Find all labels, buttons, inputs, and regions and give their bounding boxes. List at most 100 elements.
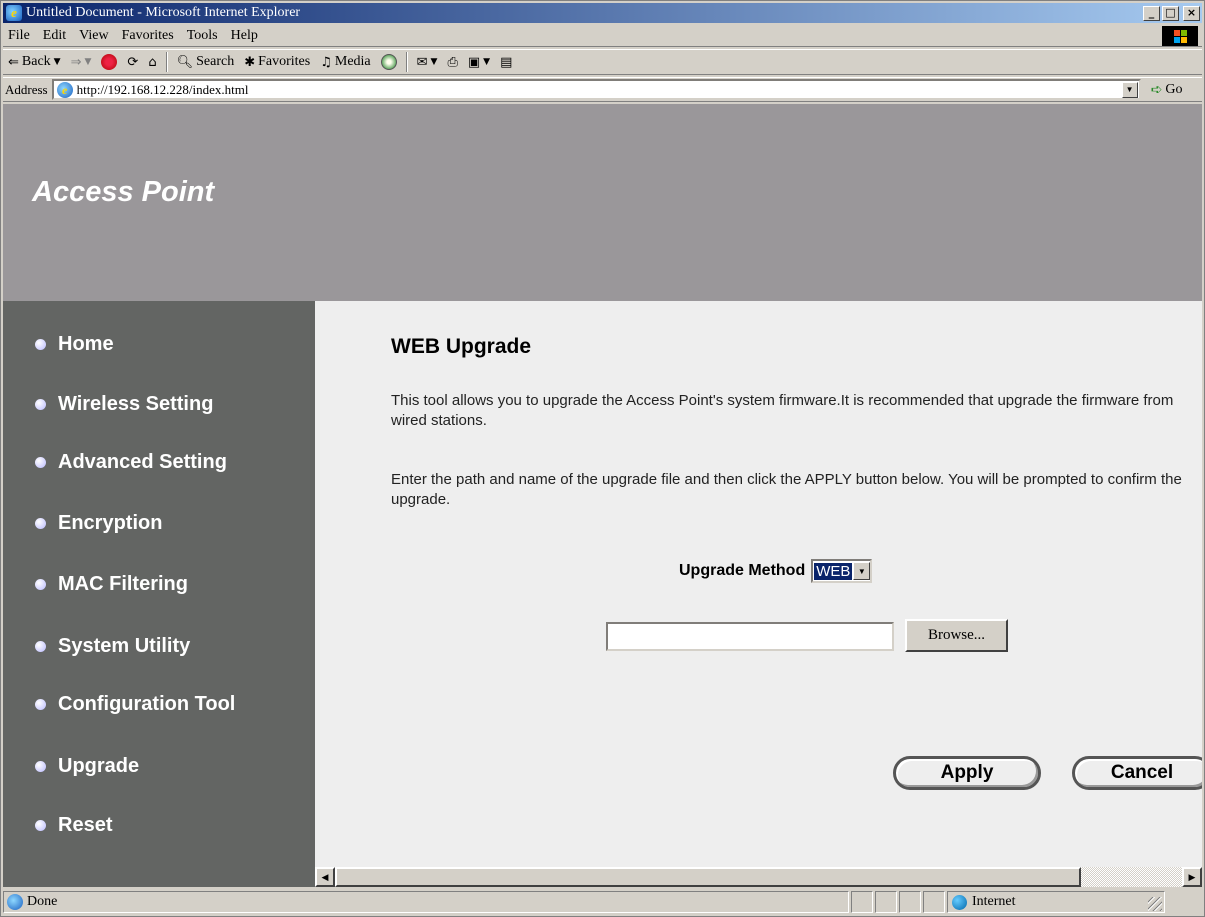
print-button[interactable]: ⎙: [442, 55, 462, 70]
sidebar-item-label[interactable]: Upgrade: [58, 755, 139, 778]
toolbar-separator: [165, 52, 168, 72]
menu-view[interactable]: View: [74, 28, 116, 44]
bullet-icon: [35, 641, 46, 652]
forward-arrow-icon: ⇒: [70, 54, 82, 70]
forward-dropdown-icon[interactable]: ▼: [85, 57, 92, 67]
horizontal-scrollbar[interactable]: ◀ ▶: [315, 867, 1202, 887]
search-label: Search: [196, 54, 235, 69]
mail-dropdown-icon[interactable]: ▼: [431, 57, 438, 67]
sidebar-item-configuration-tool[interactable]: Configuration Tool: [35, 693, 235, 716]
address-input[interactable]: e http://192.168.12.228/index.html ▼: [51, 79, 1141, 100]
bullet-icon: [35, 579, 46, 590]
window-title: Untitled Document - Microsoft Internet E…: [26, 5, 301, 20]
stop-button[interactable]: [96, 54, 122, 70]
back-dropdown-icon[interactable]: ▼: [54, 57, 61, 67]
windows-logo-icon: [1162, 26, 1198, 46]
history-button[interactable]: [376, 54, 402, 70]
close-button[interactable]: ×: [1183, 5, 1200, 21]
forward-button[interactable]: ⇒ ▼: [66, 55, 97, 70]
sidebar-item-label[interactable]: Wireless Setting: [58, 393, 213, 416]
main-content: WEB Upgrade This tool allows you to upgr…: [315, 301, 1202, 867]
search-button[interactable]: 🔍︎ Search: [172, 54, 240, 70]
stop-icon: [101, 54, 118, 70]
page-banner: Access Point: [3, 104, 1202, 301]
description-text: This tool allows you to upgrade the Acce…: [391, 392, 1174, 429]
sidebar-item-label[interactable]: Home: [58, 333, 114, 356]
sidebar-item-upgrade[interactable]: Upgrade: [35, 755, 139, 778]
upgrade-method-select[interactable]: WEB ▼: [811, 559, 873, 583]
go-button[interactable]: ➪ Go: [1151, 82, 1183, 98]
status-panel: [875, 891, 897, 913]
favorites-star-icon: ✱: [244, 54, 256, 70]
sidebar-item-reset[interactable]: Reset: [35, 814, 112, 837]
instruction-text: Enter the path and name of the upgrade f…: [391, 471, 1182, 508]
back-arrow-icon: ⇐: [8, 54, 19, 70]
title-bar[interactable]: e Untitled Document - Microsoft Internet…: [3, 3, 1202, 23]
edit-dropdown-icon[interactable]: ▼: [483, 57, 490, 67]
mail-button[interactable]: ✉ ▼: [412, 55, 443, 70]
resize-grip-icon[interactable]: [1148, 897, 1162, 911]
back-button[interactable]: ⇐ Back ▼: [3, 54, 66, 70]
maximize-button[interactable]: □: [1162, 5, 1179, 21]
mail-icon: ✉: [416, 54, 428, 70]
cancel-button[interactable]: Cancel: [1072, 756, 1202, 790]
sidebar-nav: Home Wireless Setting Advanced Setting E…: [3, 301, 315, 887]
menu-help[interactable]: Help: [226, 28, 266, 44]
address-dropdown-icon[interactable]: ▼: [1121, 82, 1138, 98]
sidebar-item-mac-filtering[interactable]: MAC Filtering: [35, 573, 188, 596]
home-button[interactable]: ⌂: [143, 55, 161, 70]
scroll-right-icon[interactable]: ▶: [1182, 867, 1202, 887]
security-zone: Internet: [947, 891, 1165, 913]
scroll-left-icon[interactable]: ◀: [315, 867, 335, 887]
menu-favorites[interactable]: Favorites: [117, 28, 182, 44]
toolbar: ⇐ Back ▼ ⇒ ▼ ⟳ ⌂ 🔍︎ Search ✱ Favorites ♫…: [3, 49, 1202, 75]
sidebar-item-encryption[interactable]: Encryption: [35, 512, 162, 535]
upgrade-method-value[interactable]: WEB: [814, 562, 853, 580]
sidebar-item-label[interactable]: Advanced Setting: [58, 451, 227, 474]
bullet-icon: [35, 399, 46, 410]
edit-button[interactable]: ▣ ▼: [463, 55, 495, 70]
status-panel: [899, 891, 921, 913]
favorites-label: Favorites: [258, 54, 311, 69]
sidebar-item-label[interactable]: Configuration Tool: [58, 693, 235, 716]
menu-edit[interactable]: Edit: [38, 28, 74, 44]
edit-icon: ▣: [467, 54, 481, 70]
sidebar-item-system-utility[interactable]: System Utility: [35, 635, 190, 658]
refresh-icon: ⟳: [127, 54, 139, 70]
apply-button[interactable]: Apply: [893, 756, 1041, 790]
media-label: Media: [334, 54, 371, 69]
back-label: Back: [21, 54, 51, 69]
bullet-icon: [35, 699, 46, 710]
upgrade-method-row: Upgrade Method WEB ▼: [679, 559, 873, 583]
address-url[interactable]: http://192.168.12.228/index.html: [77, 82, 249, 98]
home-icon: ⌂: [148, 54, 157, 70]
upgrade-file-input[interactable]: [606, 622, 894, 651]
favorites-button[interactable]: ✱ Favorites: [239, 54, 315, 70]
go-arrow-icon: ➪: [1150, 81, 1163, 98]
brand-title: Access Point: [32, 176, 215, 208]
sidebar-item-label[interactable]: Reset: [58, 814, 112, 837]
scrollbar-thumb[interactable]: [335, 867, 1081, 887]
sidebar-item-home[interactable]: Home: [35, 333, 114, 356]
browse-button[interactable]: Browse...: [905, 619, 1008, 652]
bullet-icon: [35, 761, 46, 772]
scrollbar-track[interactable]: [1081, 867, 1182, 887]
sidebar-item-wireless-setting[interactable]: Wireless Setting: [35, 393, 213, 416]
minimize-button[interactable]: _: [1143, 5, 1160, 21]
media-button[interactable]: ♫ Media: [315, 54, 375, 70]
page-icon: e: [56, 81, 73, 98]
sidebar-item-advanced-setting[interactable]: Advanced Setting: [35, 451, 227, 474]
status-panel: [851, 891, 873, 913]
chevron-down-icon[interactable]: ▼: [853, 562, 871, 580]
refresh-button[interactable]: ⟳: [122, 55, 143, 70]
menu-tools[interactable]: Tools: [182, 28, 226, 44]
page-title: WEB Upgrade: [391, 335, 532, 358]
menu-file[interactable]: File: [3, 28, 38, 44]
sidebar-item-label[interactable]: MAC Filtering: [58, 573, 188, 596]
print-icon: ⎙: [447, 54, 458, 70]
address-bar: Address e http://192.168.12.228/index.ht…: [3, 77, 1202, 102]
sidebar-item-label[interactable]: System Utility: [58, 635, 190, 658]
status-text-panel: Done: [3, 891, 849, 913]
sidebar-item-label[interactable]: Encryption: [58, 512, 162, 535]
discuss-button[interactable]: ▤: [495, 55, 517, 70]
